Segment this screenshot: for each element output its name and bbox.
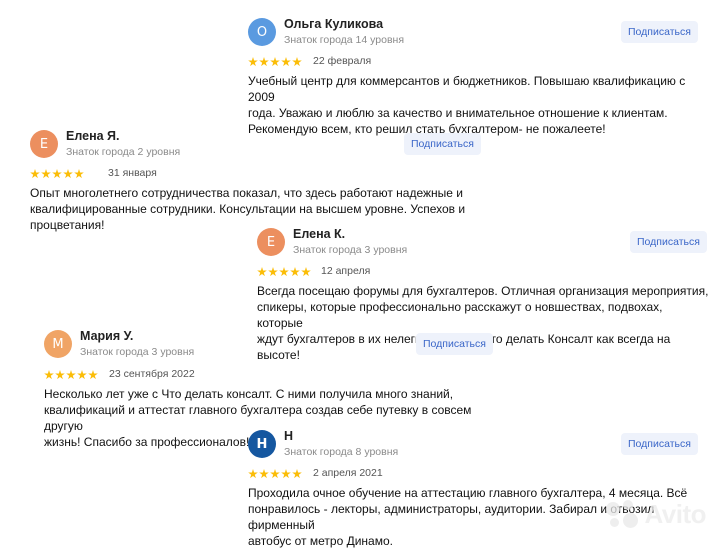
reviewer-badge: Знаток города 3 уровня (293, 244, 408, 256)
star-icon (248, 469, 258, 479)
star-icon (290, 267, 300, 277)
star-icon (77, 370, 87, 380)
review-text-line: Всегда посещаю форумы для бухгалтеров. О… (257, 284, 709, 298)
review-card: Е Елена К. Знаток города 3 уровня Подпис… (257, 227, 710, 362)
review-text: Опыт многолетнего сотрудничества показал… (30, 185, 490, 233)
reviewer-badge: Знаток города 14 уровня (284, 34, 405, 46)
rating-stars (257, 267, 311, 277)
review-text-line: Несколько лет уже с Что делать консалт. … (44, 387, 454, 401)
review-text-line: квалифицированные сотрудники. Консультац… (30, 202, 466, 216)
review-date: 22 февраля (313, 55, 372, 67)
avatar[interactable]: Е (30, 130, 58, 158)
star-icon (44, 370, 54, 380)
subscribe-button[interactable]: Подписаться (621, 21, 698, 43)
star-icon (281, 57, 291, 67)
reviewer-name[interactable]: Елена К. (293, 227, 345, 241)
star-icon (270, 57, 280, 67)
review-text-line: автобус от метро Динамо. (248, 534, 393, 548)
avatar[interactable]: Н (248, 430, 276, 458)
star-icon (279, 267, 289, 277)
reviewer-name[interactable]: Ольга Куликова (284, 17, 383, 31)
star-icon (292, 57, 302, 67)
rating-stars (248, 57, 302, 67)
star-icon (52, 169, 62, 179)
rating-stars (44, 370, 98, 380)
star-icon (66, 370, 76, 380)
star-icon (270, 469, 280, 479)
review-card: Е Елена Я. Знаток города 2 уровня Подпис… (30, 129, 490, 233)
star-icon (257, 267, 267, 277)
rating-stars (248, 469, 302, 479)
reviewer-badge: Знаток города 2 уровня (66, 146, 181, 158)
reviewer-name[interactable]: Н (284, 429, 293, 443)
review-date: 12 апреля (321, 265, 371, 277)
star-icon (259, 57, 269, 67)
star-icon (55, 370, 65, 380)
subscribe-button[interactable]: Подписаться (404, 133, 481, 155)
subscribe-button[interactable]: Подписаться (630, 231, 707, 253)
review-text-line: спикеры, которые профессионально расскаж… (257, 300, 663, 330)
reviewer-name[interactable]: Елена Я. (66, 129, 120, 143)
star-icon (41, 169, 51, 179)
review-text-line: Учебный центр для коммерсантов и бюджетн… (248, 74, 686, 104)
reviewer-badge: Знаток города 8 уровня (284, 446, 399, 458)
star-icon (63, 169, 73, 179)
review-date: 31 января (108, 167, 157, 179)
review-date: 23 сентября 2022 (109, 368, 195, 380)
star-icon (259, 469, 269, 479)
star-icon (248, 57, 258, 67)
review-text: Учебный центр для коммерсантов и бюджетн… (248, 73, 710, 137)
star-icon (74, 169, 84, 179)
star-icon (292, 469, 302, 479)
review-text-line: Опыт многолетнего сотрудничества показал… (30, 186, 463, 200)
star-icon (268, 267, 278, 277)
star-icon (88, 370, 98, 380)
rating-stars (30, 169, 84, 179)
star-icon (281, 469, 291, 479)
reviewer-badge: Знаток города 3 уровня (80, 346, 195, 358)
watermark-text: Avito (644, 499, 706, 529)
avito-watermark: Avito (606, 499, 706, 530)
reviewer-name[interactable]: Мария У. (80, 329, 133, 343)
star-icon (301, 267, 311, 277)
star-icon (30, 169, 40, 179)
review-card: О Ольга Куликова Знаток города 14 уровня… (248, 17, 710, 136)
avito-logo-icon (606, 499, 640, 530)
review-text-line: года. Уважаю и люблю за качество и внима… (248, 106, 668, 120)
avatar[interactable]: М (44, 330, 72, 358)
subscribe-button[interactable]: Подписаться (416, 333, 493, 355)
subscribe-button[interactable]: Подписаться (621, 433, 698, 455)
review-date: 2 апреля 2021 (313, 467, 383, 479)
avatar[interactable]: О (248, 18, 276, 46)
avatar[interactable]: Е (257, 228, 285, 256)
review-card: М Мария У. Знаток города 3 уровня Подпис… (44, 329, 504, 449)
